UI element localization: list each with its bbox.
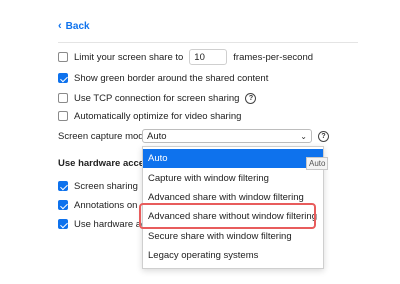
chevron-down-icon: ⌄: [300, 131, 307, 141]
tooltip: Auto: [306, 157, 329, 170]
optimize-video-checkbox[interactable]: [58, 111, 68, 121]
green-border-row: Show green border around the shared cont…: [58, 70, 268, 86]
help-icon[interactable]: ?: [318, 131, 329, 142]
hw-screen-sharing-row: Screen sharing ?: [58, 178, 155, 194]
hw-annotations-row: Annotations on: [58, 197, 137, 213]
hw-annotations-checkbox[interactable]: [58, 200, 68, 210]
limit-share-suffix: frames-per-second: [233, 51, 314, 63]
limit-share-prefix: Limit your screen share to: [74, 51, 184, 63]
back-link[interactable]: ‹ Back: [58, 20, 90, 32]
capture-mode-value: Auto: [147, 130, 167, 142]
highlight-box: [139, 203, 316, 229]
tcp-row: Use TCP connection for screen sharing ?: [58, 90, 257, 106]
green-border-label: Show green border around the shared cont…: [74, 72, 269, 84]
option-capture-window-filtering[interactable]: Capture with window filtering: [143, 169, 323, 188]
hw-use-hardware-checkbox[interactable]: [58, 219, 68, 229]
option-legacy-os[interactable]: Legacy operating systems: [143, 246, 323, 265]
back-label: Back: [65, 20, 90, 32]
capture-mode-label: Screen capture mode: [58, 130, 149, 142]
fps-input[interactable]: 10: [189, 49, 228, 65]
hw-screen-sharing-label: Screen sharing: [74, 180, 138, 192]
green-border-checkbox[interactable]: [58, 73, 68, 83]
optimize-video-label: Automatically optimize for video sharing: [74, 110, 242, 122]
divider: [58, 42, 358, 43]
hw-annotations-label: Annotations on: [74, 199, 138, 211]
limit-share-checkbox[interactable]: [58, 52, 68, 62]
limit-share-row: Limit your screen share to 10 frames-per…: [58, 49, 313, 65]
tcp-label: Use TCP connection for screen sharing: [74, 92, 240, 104]
optimize-video-row: Automatically optimize for video sharing: [58, 108, 241, 124]
help-icon[interactable]: ?: [245, 92, 257, 104]
option-auto[interactable]: Auto: [143, 149, 323, 168]
tcp-checkbox[interactable]: [58, 93, 68, 103]
option-secure-share[interactable]: Secure share with window filtering: [143, 227, 323, 246]
capture-mode-row: Screen capture mode: [58, 128, 149, 144]
hw-screen-sharing-checkbox[interactable]: [58, 181, 68, 191]
capture-mode-select[interactable]: Auto ⌄: [142, 129, 312, 143]
chevron-left-icon: ‹: [58, 20, 62, 32]
